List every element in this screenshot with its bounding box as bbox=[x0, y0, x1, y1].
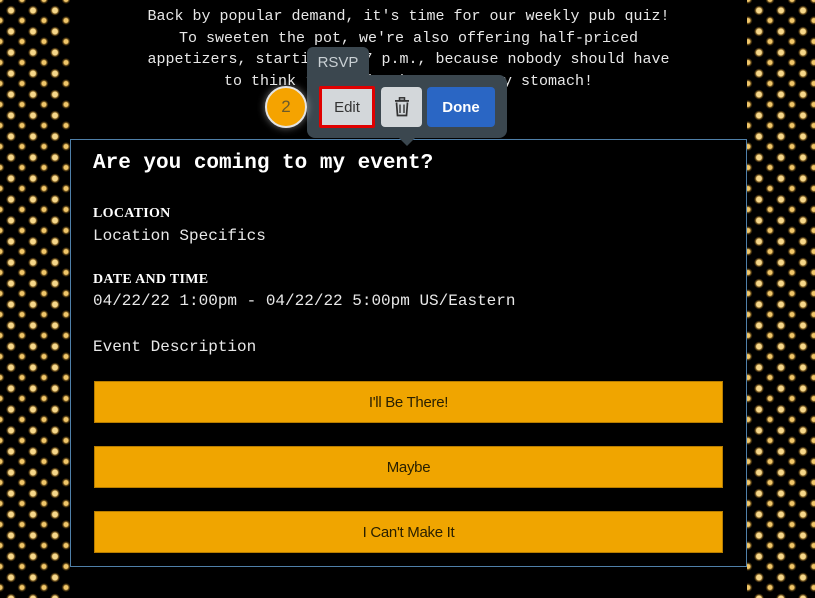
location-label: LOCATION bbox=[93, 206, 171, 221]
intro-line: appetizers, starting at 7 p.m., because … bbox=[147, 51, 670, 68]
trash-icon bbox=[393, 97, 411, 117]
datetime-label: DATE AND TIME bbox=[93, 272, 209, 287]
rsvp-title: Are you coming to my event? bbox=[93, 152, 434, 175]
location-value: Location Specifics bbox=[93, 227, 266, 245]
delete-button[interactable] bbox=[381, 87, 422, 127]
step-number-badge: 2 bbox=[265, 86, 307, 128]
toolbar-pointer-arrow bbox=[398, 137, 416, 146]
toolbar-block-tab: RSVP bbox=[307, 47, 369, 77]
edit-button[interactable]: Edit bbox=[319, 86, 375, 128]
intro-line: Back by popular demand, it's time for ou… bbox=[147, 8, 670, 25]
done-button[interactable]: Done bbox=[427, 87, 495, 127]
event-description: Event Description bbox=[93, 338, 257, 356]
datetime-value: 04/22/22 1:00pm - 04/22/22 5:00pm US/Eas… bbox=[93, 292, 516, 310]
rsvp-block[interactable]: Are you coming to my event? LOCATION Loc… bbox=[70, 139, 747, 567]
rsvp-no-button[interactable]: I Can't Make It bbox=[94, 511, 723, 553]
rsvp-maybe-button[interactable]: Maybe bbox=[94, 446, 723, 488]
intro-line: To sweeten the pot, we're also offering … bbox=[178, 29, 639, 47]
rsvp-yes-button[interactable]: I'll Be There! bbox=[94, 381, 723, 423]
